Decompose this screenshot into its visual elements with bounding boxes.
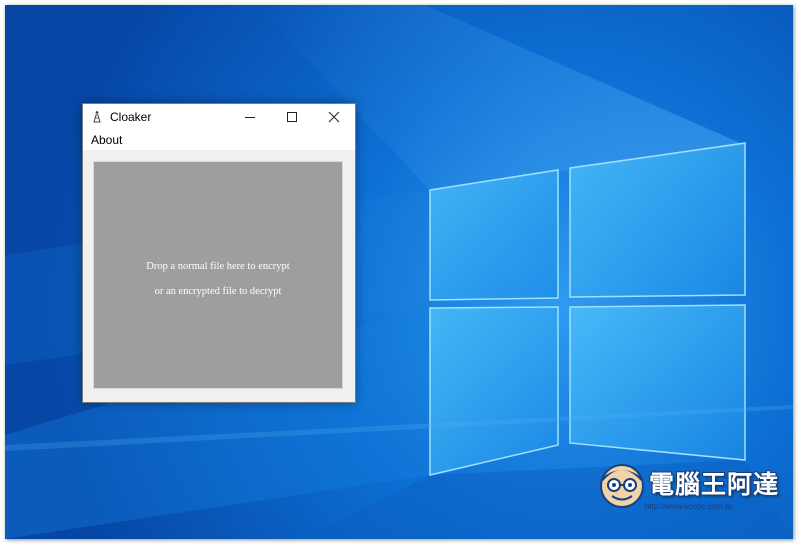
title-bar[interactable]: Cloaker (83, 104, 355, 130)
drop-zone-text-encrypt: Drop a normal file here to encrypt (146, 261, 290, 272)
close-button[interactable] (313, 104, 355, 130)
watermark-title: 電腦王阿達 (649, 470, 780, 499)
minimize-button[interactable] (229, 104, 271, 130)
file-drop-zone[interactable]: Drop a normal file here to encrypt or an… (93, 161, 343, 389)
menu-item-about[interactable]: About (90, 133, 123, 147)
menu-bar: About (83, 130, 355, 151)
maximize-icon (287, 112, 297, 122)
site-watermark: 電腦王阿達 http://www.kocpc.com.tw (595, 453, 790, 523)
cloaker-window: Cloaker About Drop a normal file here to… (82, 103, 356, 403)
screenshot-frame: Cloaker About Drop a normal file here to… (5, 5, 793, 539)
watermark-url: http://www.kocpc.com.tw (645, 502, 733, 511)
close-icon (328, 111, 340, 123)
mascot-logo-icon (600, 464, 644, 508)
maximize-button[interactable] (271, 104, 313, 130)
minimize-icon (245, 117, 255, 118)
cloaker-app-icon (93, 111, 101, 123)
window-title: Cloaker (110, 110, 152, 124)
drop-zone-text-decrypt: or an encrypted file to decrypt (154, 286, 282, 297)
